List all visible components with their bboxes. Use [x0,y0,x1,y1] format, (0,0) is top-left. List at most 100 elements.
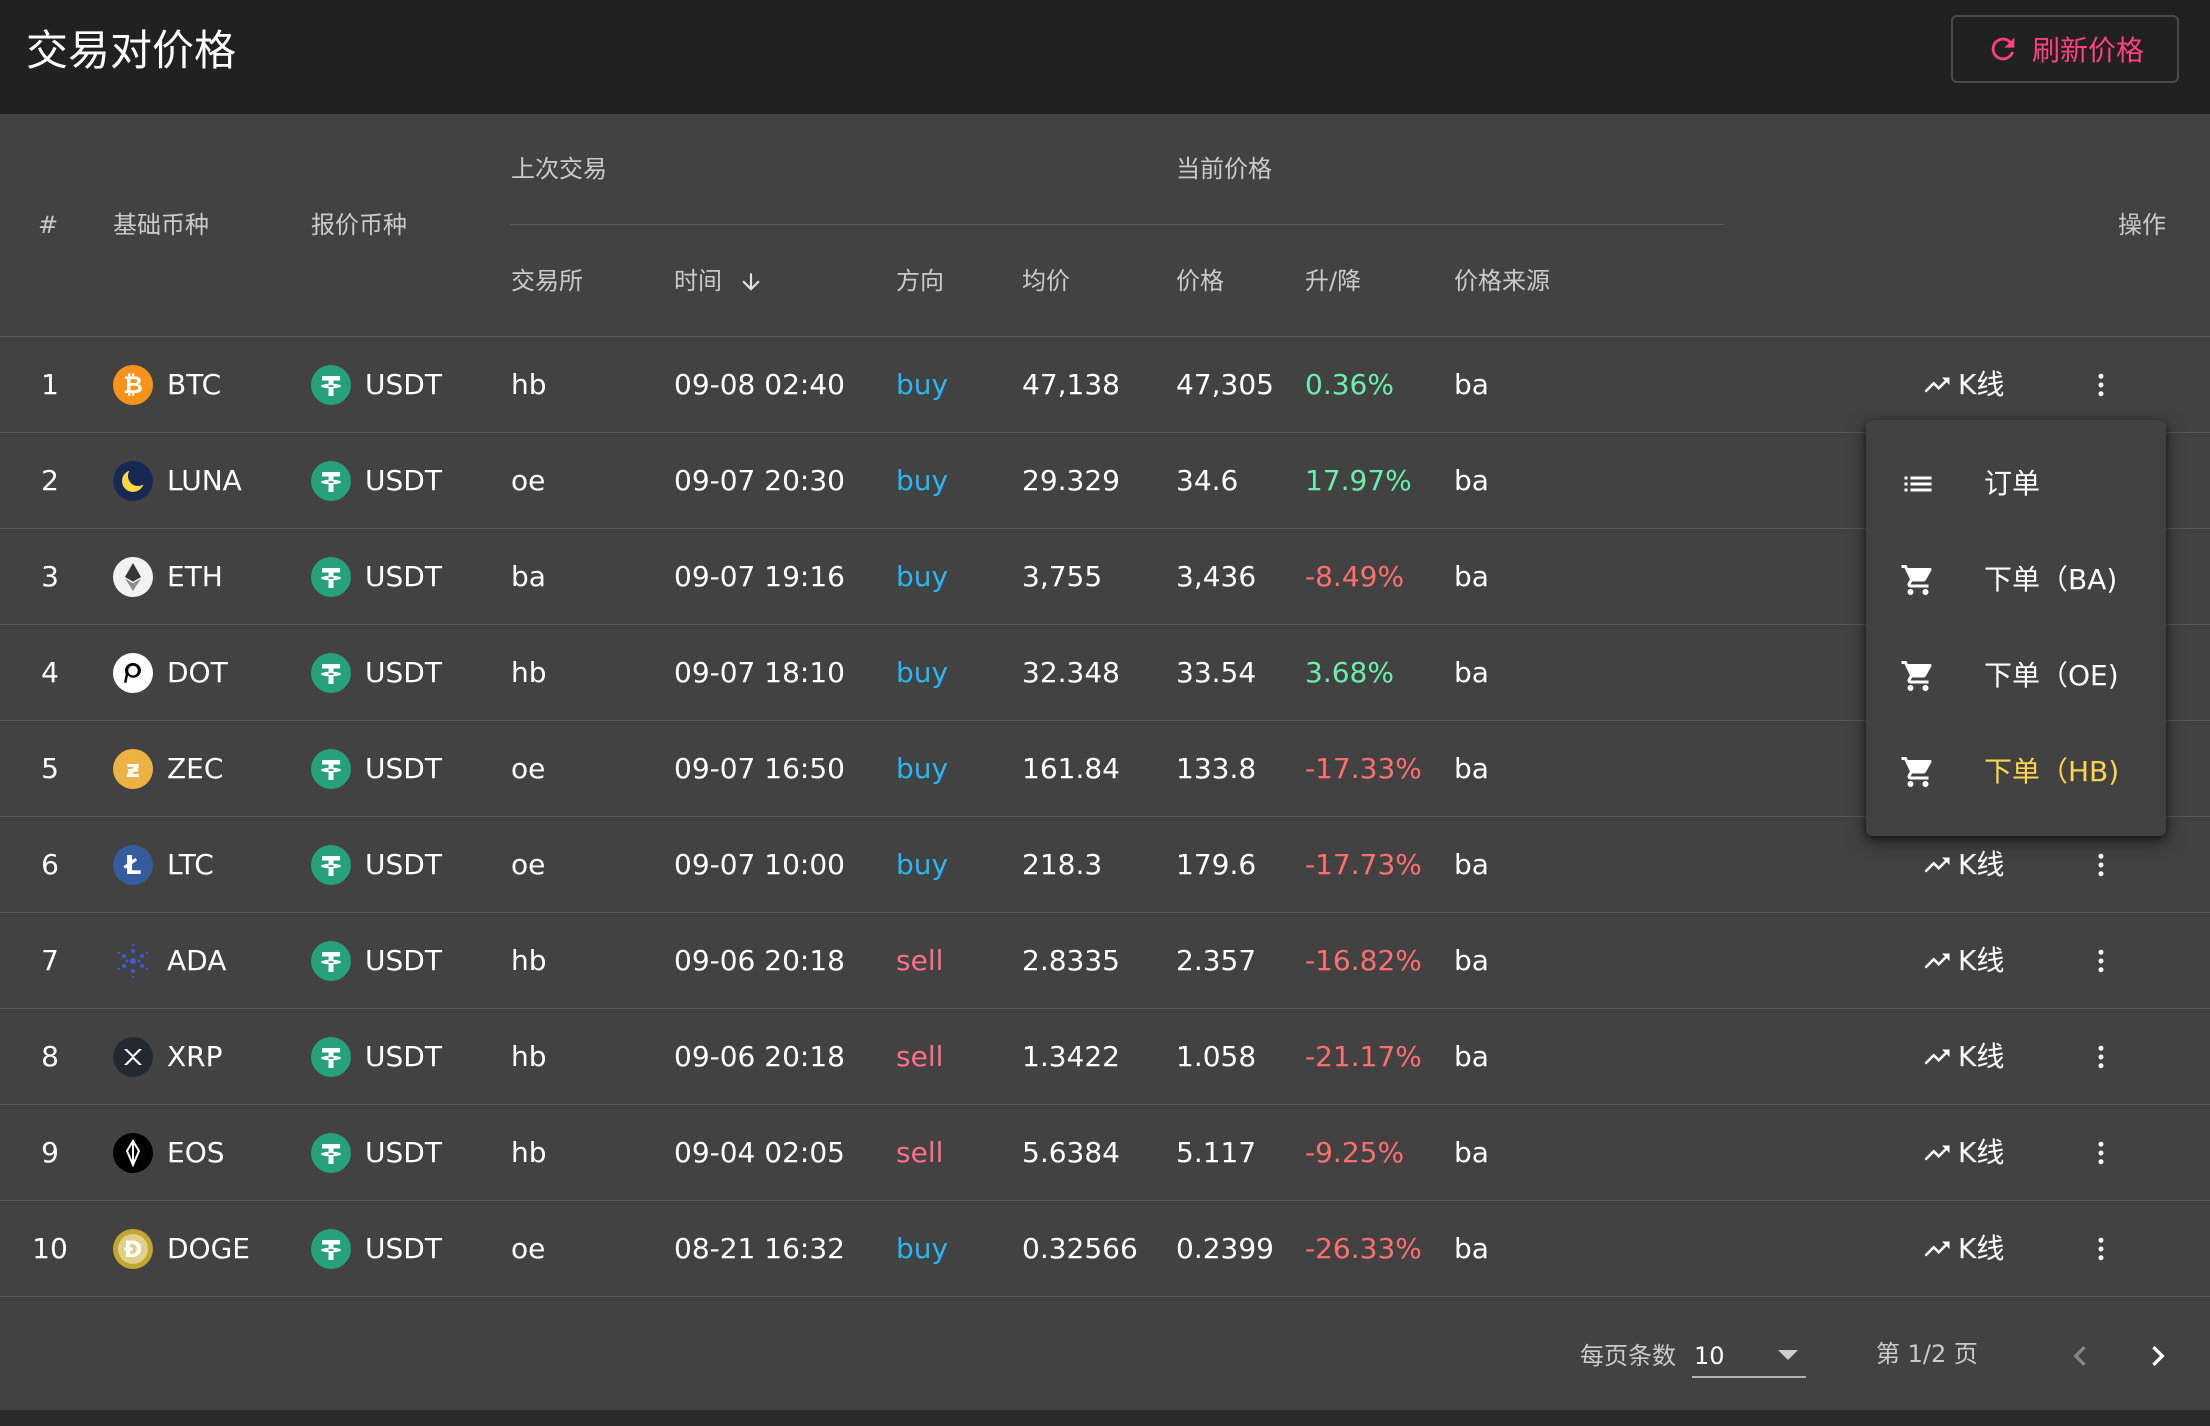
tether-icon [311,941,351,981]
trade-direction: buy [896,848,949,881]
rows-per-page-select[interactable]: 10 [1692,1334,1806,1378]
menu-item-order-ba[interactable]: 下单（BA) [1866,532,2166,628]
quote-symbol: USDT [365,848,442,881]
trade-direction: sell [896,1040,944,1073]
price-change: -9.25% [1305,1136,1405,1169]
avg-price: 218.3 [1022,848,1103,881]
current-price: 34.6 [1176,464,1239,497]
chevron-right-icon [2152,1346,2165,1366]
trade-direction: buy [896,464,949,497]
trending-up-icon [1924,1241,1950,1257]
quote-symbol: USDT [365,1040,442,1073]
table-row: 7 ADA USDT hb 09-06 20:18 sell 2.8335 2.… [0,913,2210,1009]
kline-button[interactable]: K线 [1922,913,2004,1009]
more-actions-button[interactable] [2086,1009,2116,1105]
header-group-last-trade: 上次交易 [511,155,607,183]
more-actions-button[interactable] [2086,337,2116,433]
more-vert-icon [2098,853,2104,877]
menu-item-order-hb[interactable]: 下单（HB) [1866,724,2166,820]
quote-currency: USDT [311,1009,442,1105]
exchange: hb [511,1136,547,1169]
quote-currency: USDT [311,721,442,817]
cart-icon [1901,565,1932,595]
more-vert-icon [2098,1141,2104,1165]
header-time[interactable]: 时间 [674,266,764,296]
polkadot-icon [113,653,153,693]
kline-button[interactable]: K线 [1922,1105,2004,1201]
avg-price: 29.329 [1022,464,1120,497]
quote-symbol: USDT [365,1136,442,1169]
refresh-prices-button[interactable]: 刷新价格 [1951,15,2179,83]
price-change: -17.33% [1305,752,1422,785]
exchange: oe [511,752,546,785]
current-price: 179.6 [1176,848,1257,881]
exchange: oe [511,1232,546,1265]
cart-icon [1901,661,1932,691]
trade-direction: buy [896,1232,949,1265]
trending-up-icon [1924,1049,1950,1065]
table-row: 9 EOS USDT hb 09-04 02:05 sell 5.6384 5.… [0,1105,2210,1201]
kline-label: K线 [1958,944,2005,977]
svg-text:Ð: Ð [124,1238,142,1263]
exchange: ba [511,560,546,593]
refresh-icon [1991,37,2015,61]
zcash-icon: ƶ [113,749,153,789]
quote-currency: USDT [311,913,442,1009]
row-index: 6 [41,848,59,881]
quote-currency: USDT [311,1201,442,1297]
base-currency: Ð DOGE [113,1201,250,1297]
quote-symbol: USDT [365,1232,442,1265]
base-currency: DOT [113,625,228,721]
price-source: ba [1454,1232,1489,1265]
header-group-divider [510,224,1725,225]
current-price: 1.058 [1176,1040,1257,1073]
sort-descending-icon [741,273,760,291]
base-currency: ADA [113,913,226,1009]
base-symbol: ETH [167,560,223,593]
exchange: oe [511,848,546,881]
chevron-left-icon [2073,1346,2086,1366]
price-change: -17.73% [1305,848,1422,881]
more-actions-button[interactable] [2086,1201,2116,1297]
more-actions-button[interactable] [2086,913,2116,1009]
more-actions-button[interactable] [2086,1105,2116,1201]
current-price: 5.117 [1176,1136,1257,1169]
svg-text:ƶ: ƶ [126,755,140,783]
page-info: 第 1/2 页 [1876,1340,1978,1368]
header-avg-price: 均价 [1022,267,1070,295]
quote-symbol: USDT [365,560,442,593]
menu-item-order-oe[interactable]: 下单（OE) [1866,628,2166,724]
exchange: hb [511,1040,547,1073]
refresh-label: 刷新价格 [2031,34,2144,67]
dropdown-caret-icon [1778,1350,1798,1360]
trade-direction: buy [896,560,949,593]
quote-currency: USDT [311,817,442,913]
kline-button[interactable]: K线 [1922,1201,2004,1297]
kline-label: K线 [1958,1232,2005,1265]
ethereum-icon [113,557,153,597]
next-page-button[interactable] [2138,1336,2178,1376]
trending-up-icon [1924,377,1950,393]
menu-item-label: 下单（HB) [1984,755,2120,788]
trade-time: 09-06 20:18 [674,944,845,977]
header-index: # [38,211,59,239]
price-source: ba [1454,944,1489,977]
price-source: ba [1454,656,1489,689]
header-time-label: 时间 [674,267,722,295]
menu-item-orders[interactable]: 订单 [1866,436,2166,532]
kline-button[interactable]: K线 [1922,1009,2004,1105]
header-group-current-price: 当前价格 [1176,155,1272,183]
trade-time: 09-07 20:30 [674,464,845,497]
row-index: 3 [41,560,59,593]
price-change: 0.36% [1305,368,1394,401]
exchange: hb [511,656,547,689]
quote-symbol: USDT [365,656,442,689]
header-price-source: 价格来源 [1454,267,1550,295]
tether-icon [311,1229,351,1269]
previous-page-button[interactable] [2060,1336,2100,1376]
dogecoin-icon: Ð [113,1229,153,1269]
kline-button[interactable]: K线 [1922,337,2004,433]
kline-label: K线 [1958,368,2005,401]
base-symbol: DOT [167,656,228,689]
exchange: hb [511,944,547,977]
